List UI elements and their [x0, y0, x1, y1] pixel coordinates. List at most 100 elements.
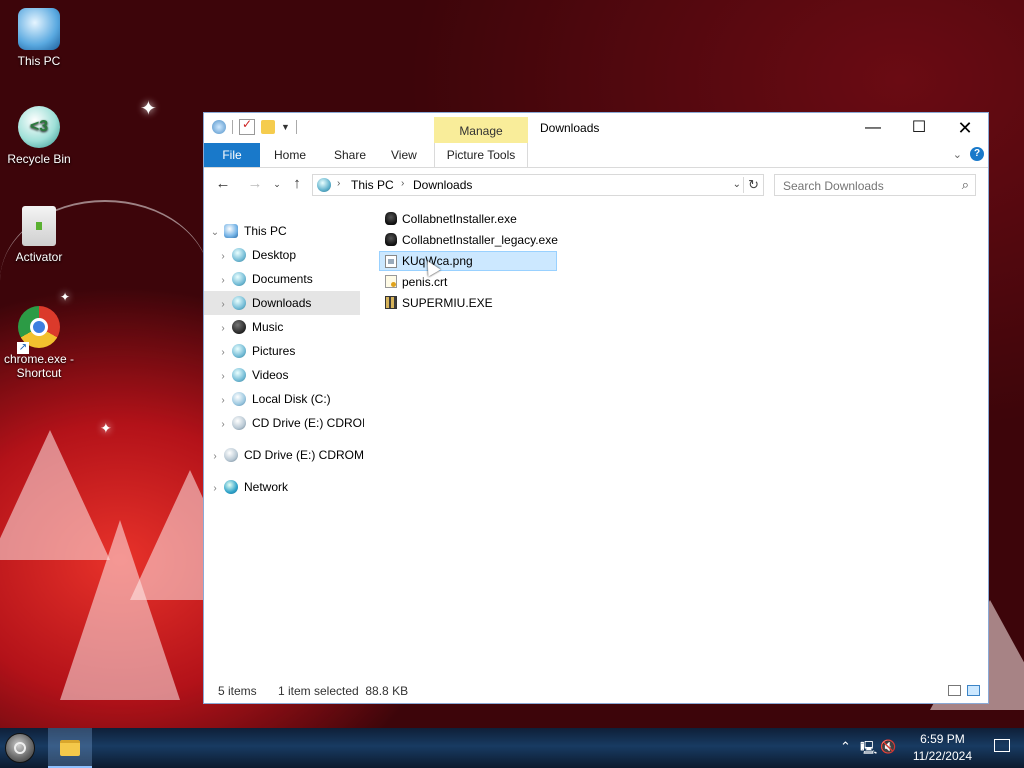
expand-chevron-icon[interactable]: ›	[216, 293, 230, 315]
nav-item-local-disk[interactable]: › Local Disk (C:)	[216, 387, 364, 411]
expand-chevron-icon[interactable]: ›	[216, 413, 230, 435]
file-list: CollabnetInstaller.exe CollabnetInstalle…	[379, 209, 980, 663]
up-arrow-icon[interactable]: ↑	[288, 175, 306, 192]
status-bar: 5 items 1 item selected 88.8 KB	[204, 679, 988, 703]
pictures-folder-icon	[232, 344, 246, 358]
forward-arrow-icon[interactable]: →	[246, 175, 264, 192]
nav-item-music[interactable]: › Music	[216, 315, 364, 339]
volume-muted-icon[interactable]: 🔇	[880, 739, 896, 755]
recycle-bin-icon: <3	[18, 106, 60, 148]
file-name: penis.crt	[402, 275, 448, 289]
desktop-icon-chrome-shortcut[interactable]: ↗ chrome.exe - Shortcut	[1, 306, 77, 380]
file-explorer-window: ▼ Manage Downloads — ☐ ✕ File Home Share…	[203, 112, 989, 704]
address-bar[interactable]: › This PC › Downloads ⌄ ↻	[312, 174, 764, 196]
expand-chevron-icon[interactable]: ›	[216, 389, 230, 411]
nav-item-label: CD Drive (E:) CDROI	[252, 416, 364, 430]
search-input[interactable]	[781, 178, 955, 194]
expand-chevron-icon[interactable]: ›	[216, 317, 230, 339]
address-dropdown-icon[interactable]: ⌄	[733, 179, 741, 190]
expand-chevron-icon[interactable]: ›	[216, 245, 230, 267]
large-icons-view-icon[interactable]	[967, 685, 980, 696]
nav-item-network[interactable]: › Network	[208, 475, 364, 499]
file-item[interactable]: penis.crt	[380, 272, 457, 292]
expand-chevron-icon[interactable]: ›	[208, 445, 222, 467]
nav-item-label: Documents	[252, 272, 313, 286]
nav-item-documents[interactable]: › Documents	[216, 267, 364, 291]
search-icon: ⌕	[961, 177, 969, 192]
breadcrumb-this-pc[interactable]: This PC	[351, 178, 394, 192]
expand-chevron-icon[interactable]: ›	[208, 477, 222, 499]
taskbar-file-explorer-button[interactable]	[48, 728, 92, 768]
nav-item-desktop[interactable]: › Desktop	[216, 243, 364, 267]
nav-item-pictures[interactable]: › Pictures	[216, 339, 364, 363]
expand-chevron-icon[interactable]: ›	[216, 341, 230, 363]
expand-chevron-icon[interactable]: ›	[216, 269, 230, 291]
desktop-icon-label: chrome.exe - Shortcut	[3, 352, 75, 380]
details-view-icon[interactable]	[948, 685, 961, 696]
search-box[interactable]: ⌕	[774, 174, 976, 196]
expand-chevron-icon[interactable]: ›	[216, 365, 230, 387]
help-icon[interactable]: ?	[970, 147, 984, 161]
manage-context-tab-header: Manage	[434, 117, 528, 143]
file-item[interactable]: CollabnetInstaller.exe	[380, 209, 527, 229]
title-bar[interactable]: ▼ Manage Downloads — ☐ ✕	[204, 113, 988, 143]
minimize-button[interactable]: —	[850, 113, 896, 143]
tab-view[interactable]: View	[379, 143, 429, 167]
nav-item-label: Videos	[252, 368, 289, 382]
back-arrow-icon[interactable]: ←	[214, 175, 232, 192]
tab-home[interactable]: Home	[262, 143, 318, 167]
breadcrumb-separator-icon[interactable]: ›	[337, 178, 340, 189]
navigation-pane: ⌄ This PC › Desktop › Documents › Downloads …	[204, 209, 364, 663]
tab-file[interactable]: File	[204, 143, 260, 167]
nav-item-label: CD Drive (E:) CDROM	[244, 448, 364, 462]
refresh-icon[interactable]: ↻	[743, 177, 759, 193]
clock[interactable]: 6:59 PM 11/22/2024	[913, 731, 972, 765]
breadcrumb-downloads[interactable]: Downloads	[413, 178, 472, 192]
file-name: SUPERMIU.EXE	[402, 296, 493, 310]
desktop-icon-recycle-bin[interactable]: <3 Recycle Bin	[1, 106, 77, 166]
nav-item-label: Network	[244, 480, 289, 494]
breadcrumb-separator-icon[interactable]: ›	[401, 178, 404, 189]
checkmark-icon[interactable]	[239, 117, 255, 135]
window-title: Downloads	[540, 121, 600, 135]
nav-item-label: Pictures	[252, 344, 296, 358]
collapse-chevron-icon[interactable]: ⌄	[208, 221, 222, 243]
nav-item-videos[interactable]: › Videos	[216, 363, 364, 387]
desktop-folder-icon	[232, 248, 246, 262]
chevron-up-icon[interactable]: ⌃	[840, 739, 851, 755]
nav-item-label: Desktop	[252, 248, 297, 262]
new-folder-icon[interactable]	[261, 120, 275, 134]
maximize-button[interactable]: ☐	[896, 113, 942, 143]
file-item[interactable]: CollabnetInstaller_legacy.exe	[380, 230, 568, 250]
properties-icon[interactable]	[212, 120, 226, 134]
certificate-file-icon	[385, 275, 397, 288]
item-count: 5 items	[218, 684, 257, 698]
customize-toolbar-dropdown-icon[interactable]: ▼	[281, 122, 290, 132]
this-pc-icon	[224, 224, 238, 238]
network-icon[interactable]: 🖳	[860, 739, 877, 761]
clock-date: 11/22/2024	[912, 749, 972, 763]
close-button[interactable]: ✕	[942, 113, 988, 143]
desktop-icon-label: This PC	[17, 54, 61, 68]
nav-item-label: Local Disk (C:)	[252, 392, 331, 406]
file-item-selected[interactable]: KUqWca.png	[379, 251, 557, 271]
recent-locations-dropdown-icon[interactable]: ⌄	[268, 179, 286, 190]
nav-item-cd-drive-sub[interactable]: › CD Drive (E:) CDROI	[216, 411, 364, 435]
nav-item-cd-drive[interactable]: › CD Drive (E:) CDROM	[208, 443, 364, 467]
notification-icon[interactable]	[994, 739, 1010, 752]
png-file-icon	[385, 255, 397, 268]
quick-access-toolbar: ▼	[212, 117, 297, 135]
nav-item-downloads[interactable]: › Downloads	[204, 291, 360, 315]
nav-item-label: This PC	[244, 224, 287, 238]
file-item[interactable]: SUPERMIU.EXE	[380, 293, 503, 313]
toolbar-divider	[295, 120, 297, 134]
expand-ribbon-chevron-icon[interactable]: ⌄	[953, 148, 962, 161]
cd-drive-icon	[224, 448, 238, 462]
tab-share[interactable]: Share	[322, 143, 378, 167]
nav-item-this-pc[interactable]: ⌄ This PC	[208, 219, 364, 243]
start-button[interactable]	[5, 733, 35, 763]
desktop-icon-this-pc[interactable]: This PC	[1, 8, 77, 68]
desktop-icon-activator[interactable]: Activator	[1, 206, 77, 264]
tab-picture-tools[interactable]: Picture Tools	[434, 143, 528, 167]
music-folder-icon	[232, 320, 246, 334]
